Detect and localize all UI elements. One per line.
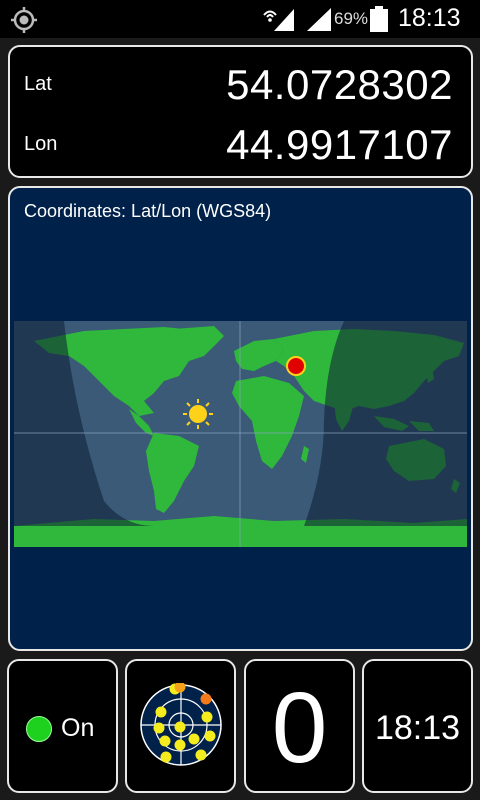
wifi-signal-icon bbox=[262, 7, 296, 36]
battery-icon bbox=[369, 6, 389, 37]
cell-signal-icon bbox=[305, 7, 333, 36]
satellite-sky-panel[interactable] bbox=[125, 659, 236, 793]
lon-label: Lon bbox=[24, 133, 58, 155]
status-indicator-dot bbox=[26, 716, 52, 742]
lat-label: Lat bbox=[24, 73, 52, 95]
coordinates-panel: Lat 54.0728302 Lon 44.9917107 bbox=[8, 45, 473, 178]
map-panel[interactable]: Coordinates: Lat/Lon (WGS84) bbox=[8, 186, 473, 651]
status-label: On bbox=[61, 714, 95, 742]
time-panel[interactable]: 18:13 bbox=[362, 659, 473, 793]
gps-time: 18:13 bbox=[374, 709, 461, 747]
gps-status-panel[interactable]: On bbox=[7, 659, 118, 793]
world-map bbox=[14, 321, 467, 547]
lon-value: 44.9917107 bbox=[226, 121, 453, 168]
gps-icon bbox=[10, 6, 38, 39]
location-marker bbox=[286, 356, 306, 376]
status-clock: 18:13 bbox=[398, 4, 461, 32]
battery-percent: 69% bbox=[334, 9, 369, 28]
lat-value: 54.0728302 bbox=[226, 61, 453, 108]
status-bar: 69% 18:13 bbox=[0, 0, 480, 38]
satellite-count-panel[interactable]: 0 bbox=[244, 659, 355, 793]
satellite-radar-icon bbox=[140, 683, 222, 766]
map-title: Coordinates: Lat/Lon (WGS84) bbox=[24, 201, 272, 221]
satellite-count: 0 bbox=[271, 672, 328, 784]
